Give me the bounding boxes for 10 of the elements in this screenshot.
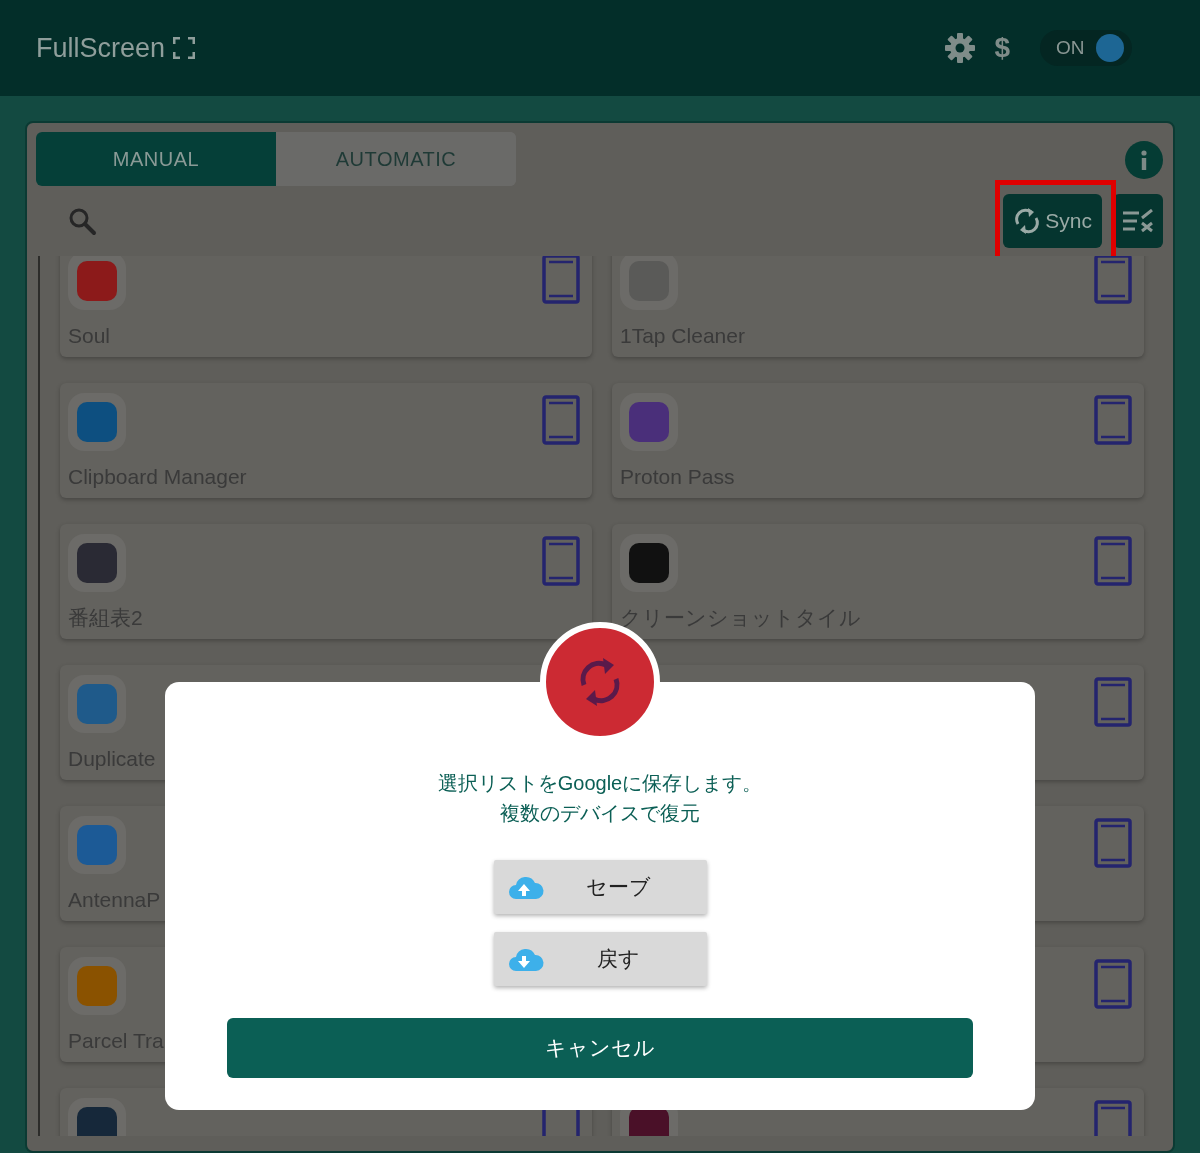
sync-button[interactable]: Sync [1003,194,1102,248]
restore-button[interactable]: 戻す [493,932,707,986]
save-button[interactable]: セーブ [493,860,707,914]
dollar-icon[interactable]: $ [994,27,1010,69]
app-title: FullScreen [36,31,166,65]
dialog-message: 複数のデバイスで復元 [500,801,700,826]
power-toggle[interactable]: ON [1040,30,1132,66]
mode-tab[interactable]: MANUAL [36,132,276,186]
cancel-button[interactable]: キャンセル [227,1018,973,1078]
dialog-message: 選択リストをGoogleに保存します。 [437,771,763,796]
